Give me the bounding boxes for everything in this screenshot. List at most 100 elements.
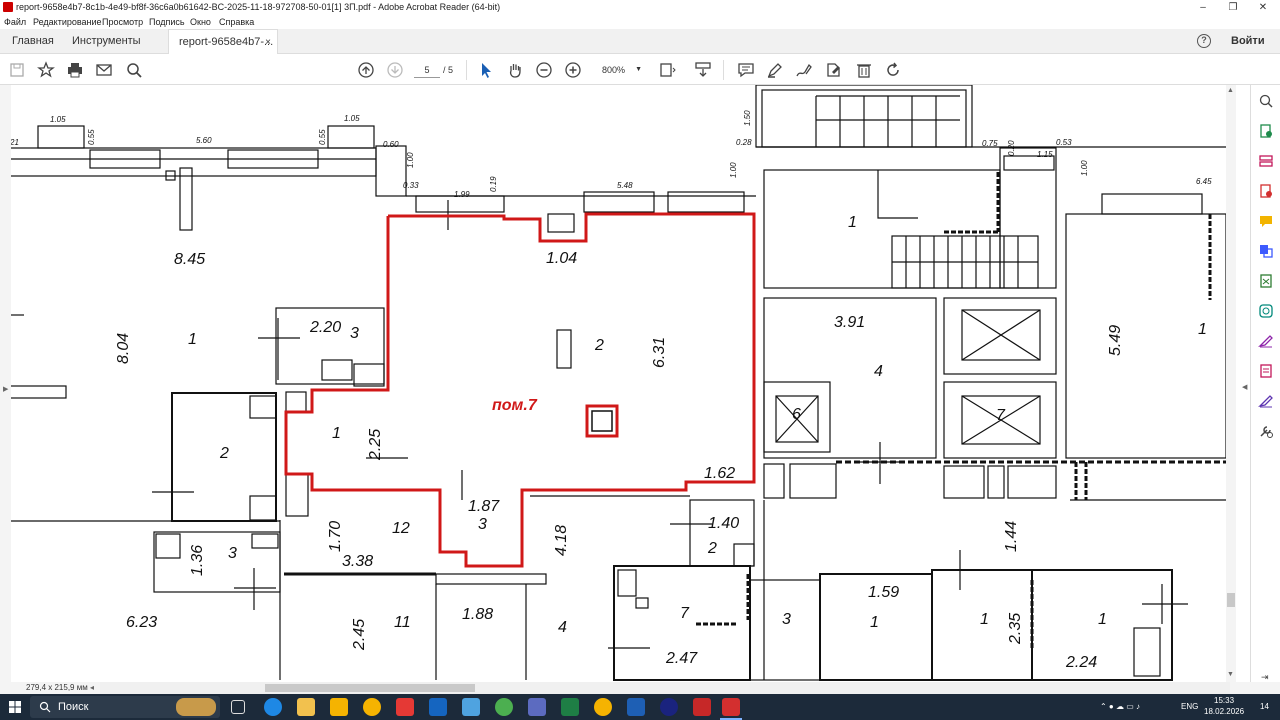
document-viewer[interactable]: 1.05 1.05 5.60 0.55 0.55 0.60 1.00 1.50 … bbox=[0, 85, 1250, 682]
fill-sign-tool-icon[interactable] bbox=[1258, 333, 1274, 349]
menu-help[interactable]: Справка bbox=[219, 17, 254, 27]
page-number-input[interactable]: 5 bbox=[414, 62, 440, 78]
minimize-button[interactable]: – bbox=[1186, 0, 1220, 15]
sign-tool-icon[interactable] bbox=[1258, 393, 1274, 409]
menu-file[interactable]: Файл bbox=[4, 17, 26, 27]
zoom-out-icon[interactable] bbox=[534, 60, 554, 80]
save-icon[interactable] bbox=[7, 60, 27, 80]
scroll-thumb[interactable] bbox=[265, 684, 475, 692]
collapse-panel-icon[interactable]: ◀ bbox=[1242, 383, 1247, 391]
delete-icon[interactable] bbox=[854, 60, 874, 80]
edit-pdf-icon[interactable] bbox=[1258, 363, 1274, 379]
search-placeholder: Поиск bbox=[58, 701, 89, 713]
combine-files-icon[interactable] bbox=[1258, 243, 1274, 259]
room bbox=[749, 579, 821, 681]
page-size-label: 279,4 x 215,9 мм bbox=[26, 683, 88, 692]
area-label: 8.04 bbox=[115, 333, 132, 364]
search-icon[interactable] bbox=[124, 60, 144, 80]
windows-start-icon[interactable] bbox=[9, 701, 21, 713]
bookmark-star-icon[interactable] bbox=[36, 60, 56, 80]
room bbox=[153, 531, 281, 593]
tray-icons[interactable]: ⌃ ● ☁ ▭ ♪ bbox=[1100, 694, 1140, 720]
menu-window[interactable]: Окно bbox=[190, 17, 211, 27]
area-label: 1.62 bbox=[704, 465, 735, 482]
tab-home[interactable]: Главная bbox=[12, 29, 54, 54]
outlook-icon[interactable] bbox=[429, 698, 447, 716]
edge-icon[interactable] bbox=[264, 698, 282, 716]
tab-document[interactable]: report-9658e4b7-... × bbox=[168, 29, 278, 54]
help-icon[interactable]: ? bbox=[1197, 34, 1211, 48]
prev-page-icon[interactable] bbox=[356, 60, 376, 80]
notifications-badge[interactable]: 14 bbox=[1260, 694, 1269, 720]
acrobat-taskbar-icon[interactable] bbox=[722, 698, 740, 716]
scroll-thumb[interactable] bbox=[1227, 593, 1235, 607]
title-bar: report-9658e4b7-8c1b-4e49-bf8f-36c6a0b61… bbox=[0, 0, 1280, 15]
sign-in-button[interactable]: Войти bbox=[1231, 29, 1265, 54]
select-cursor-icon[interactable] bbox=[476, 60, 496, 80]
hand-tool-icon[interactable] bbox=[505, 60, 525, 80]
scroll-left-icon[interactable]: ◂ bbox=[90, 683, 94, 692]
comment-icon[interactable] bbox=[736, 60, 756, 80]
scan-ocr-icon[interactable] bbox=[1258, 303, 1274, 319]
tab-close-icon[interactable]: × bbox=[265, 30, 271, 55]
close-button[interactable]: ✕ bbox=[1246, 0, 1280, 15]
cabinet bbox=[285, 473, 309, 517]
file-explorer-icon[interactable] bbox=[297, 698, 315, 716]
menu-sign[interactable]: Подпись bbox=[149, 17, 185, 27]
export-pdf-icon[interactable] bbox=[1258, 123, 1274, 139]
fit-page-icon[interactable] bbox=[658, 60, 678, 80]
room-number: 12 bbox=[392, 520, 410, 537]
language-indicator[interactable]: ENG bbox=[1181, 694, 1198, 720]
toolbar: 5 / 5 800% ▼ bbox=[0, 54, 1280, 85]
print-icon[interactable] bbox=[65, 60, 85, 80]
organize-pages-icon[interactable] bbox=[1258, 153, 1274, 169]
excel-export-icon[interactable] bbox=[1258, 273, 1274, 289]
excel-icon[interactable] bbox=[561, 698, 579, 716]
email-icon[interactable] bbox=[94, 60, 114, 80]
rotate-icon[interactable] bbox=[883, 60, 903, 80]
zoom-search-icon[interactable] bbox=[1258, 93, 1274, 109]
yandex-browser-icon[interactable] bbox=[396, 698, 414, 716]
task-view-icon[interactable] bbox=[231, 700, 245, 714]
comment-tool-icon[interactable] bbox=[1258, 213, 1274, 229]
yandex-icon[interactable] bbox=[363, 698, 381, 716]
zoom-in-icon[interactable] bbox=[563, 60, 583, 80]
chrome-icon[interactable] bbox=[495, 698, 513, 716]
clock[interactable]: 15:33 18.02.2026 bbox=[1204, 695, 1244, 717]
horizontal-scrollbar[interactable] bbox=[100, 682, 1230, 694]
app-icon[interactable] bbox=[462, 698, 480, 716]
area-label: 2.47 bbox=[665, 650, 698, 667]
stair-arrow bbox=[877, 170, 918, 219]
more-tools-icon[interactable] bbox=[1258, 423, 1274, 439]
taskbar-search[interactable]: Поиск bbox=[30, 696, 220, 718]
page-total: / 5 bbox=[443, 65, 454, 75]
menu-edit[interactable]: Редактирование bbox=[33, 17, 102, 27]
next-page-icon[interactable] bbox=[385, 60, 405, 80]
media-icon[interactable] bbox=[660, 698, 678, 716]
1c-icon[interactable] bbox=[594, 698, 612, 716]
scroll-mode-icon[interactable] bbox=[693, 60, 713, 80]
app-icon[interactable] bbox=[693, 698, 711, 716]
tab-tools[interactable]: Инструменты bbox=[72, 29, 141, 54]
room-number: 3 bbox=[478, 516, 487, 533]
clock-time: 15:33 bbox=[1214, 696, 1235, 705]
menu-view[interactable]: Просмотр bbox=[102, 17, 143, 27]
fill-sign-icon[interactable] bbox=[824, 60, 844, 80]
highlight-pen-icon[interactable] bbox=[765, 60, 785, 80]
zoom-select[interactable]: 800% ▼ bbox=[596, 62, 644, 78]
store-icon[interactable] bbox=[330, 698, 348, 716]
dimension-label: 0.55 bbox=[318, 129, 327, 145]
teams-icon[interactable] bbox=[528, 698, 546, 716]
expand-left-icon[interactable]: ▶ bbox=[3, 385, 8, 393]
left-panel-toggle[interactable]: ▶ bbox=[0, 85, 11, 682]
maximize-button[interactable]: ❐ bbox=[1216, 0, 1250, 15]
create-pdf-icon[interactable] bbox=[1258, 183, 1274, 199]
toolbar-divider bbox=[466, 60, 467, 80]
area-label: 4.18 bbox=[553, 525, 570, 556]
scroll-up-icon[interactable]: ▲ bbox=[1227, 87, 1234, 94]
word-icon[interactable] bbox=[627, 698, 645, 716]
draw-icon[interactable] bbox=[794, 60, 814, 80]
room-number: 1 bbox=[1198, 321, 1207, 338]
scroll-down-icon[interactable]: ▼ bbox=[1227, 671, 1234, 678]
vertical-scrollbar[interactable]: ▲ ▼ bbox=[1226, 85, 1236, 682]
